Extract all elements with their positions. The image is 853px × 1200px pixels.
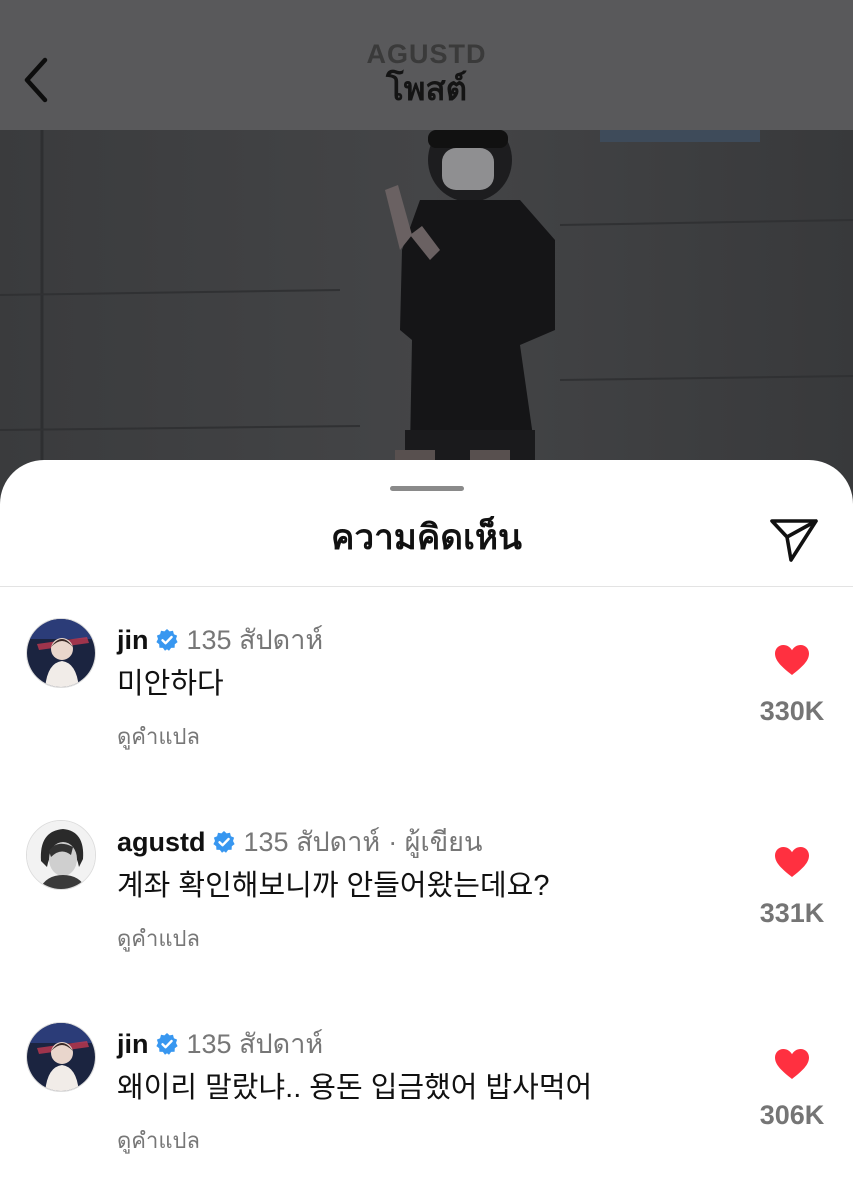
heart-icon — [775, 645, 809, 675]
comment-header: jin 135 สัปดาห์ — [117, 622, 323, 658]
like-section: 330K — [740, 640, 844, 728]
like-button[interactable] — [740, 1044, 844, 1084]
verified-badge-icon — [155, 628, 179, 652]
like-section: 331K — [740, 842, 844, 930]
see-translation-link[interactable]: ดูคำแปล — [117, 1127, 200, 1155]
avatar-image — [27, 619, 95, 687]
page-title: โพสต์ — [385, 70, 468, 107]
comment-header: agustd 135 สัปดาห์ · ผู้เขียน — [117, 824, 482, 860]
heart-icon — [775, 847, 809, 877]
comment-item: agustd 135 สัปดาห์ · ผู้เขียน 계좌 확인해보니까 … — [0, 790, 853, 960]
verified-badge-icon — [155, 1032, 179, 1056]
comment-text: 왜이리 말랐냐.. 용돈 입금했어 밥사먹어 — [117, 1072, 593, 1104]
like-section: 306K — [740, 1044, 844, 1132]
paper-plane-icon — [770, 519, 818, 562]
comment-username[interactable]: jin — [117, 622, 149, 658]
drag-handle[interactable] — [390, 486, 464, 491]
comment-text: 계좌 확인해보니까 안들어왔는데요? — [117, 870, 550, 902]
sheet-divider — [0, 586, 853, 587]
avatar[interactable] — [26, 618, 96, 688]
share-button[interactable] — [764, 512, 824, 568]
comment-item: jin 135 สัปดาห์ 왜이리 말랐냐.. 용돈 입금했어 밥사먹어 ด… — [0, 992, 853, 1162]
post-photo[interactable] — [0, 130, 853, 510]
top-navigation-bar: AGUSTD โพสต์ — [0, 0, 853, 130]
like-count: 306K — [759, 1100, 825, 1130]
comments-title: ความคิดเห็น — [331, 518, 522, 557]
like-count: 331K — [759, 898, 825, 928]
verified-badge-icon — [212, 830, 236, 854]
comment-time: 135 สัปดาห์ — [186, 625, 324, 655]
see-translation-link[interactable]: ดูคำแปล — [117, 925, 200, 953]
heart-icon — [775, 1049, 809, 1079]
comment-time: 135 สัปดาห์ — [243, 827, 381, 857]
like-button[interactable] — [740, 640, 844, 680]
comment-header: jin 135 สัปดาห์ — [117, 1026, 323, 1062]
comment-time: 135 สัปดาห์ — [186, 1029, 324, 1059]
header-titles: AGUSTD โพสต์ — [0, 38, 853, 108]
avatar-image — [27, 1023, 95, 1091]
comment-username[interactable]: agustd — [117, 824, 206, 860]
post-image — [0, 130, 853, 510]
comment-username[interactable]: jin — [117, 1026, 149, 1062]
see-translation-link[interactable]: ดูคำแปล — [117, 723, 200, 751]
comment-item: jin 135 สัปดาห์ 미안하다 ดูคำแปล 330K — [0, 588, 853, 758]
like-count: 330K — [759, 696, 825, 726]
avatar[interactable] — [26, 820, 96, 890]
author-tag: · ผู้เขียน — [388, 827, 483, 857]
like-button[interactable] — [740, 842, 844, 882]
avatar[interactable] — [26, 1022, 96, 1092]
comment-text: 미안하다 — [117, 668, 224, 700]
post-owner-username: AGUSTD — [366, 39, 487, 69]
avatar-image — [27, 821, 95, 889]
comments-sheet: ความคิดเห็น jin 135 สัปดาห์ 미안하다 ดูคำแปล… — [0, 460, 853, 1200]
